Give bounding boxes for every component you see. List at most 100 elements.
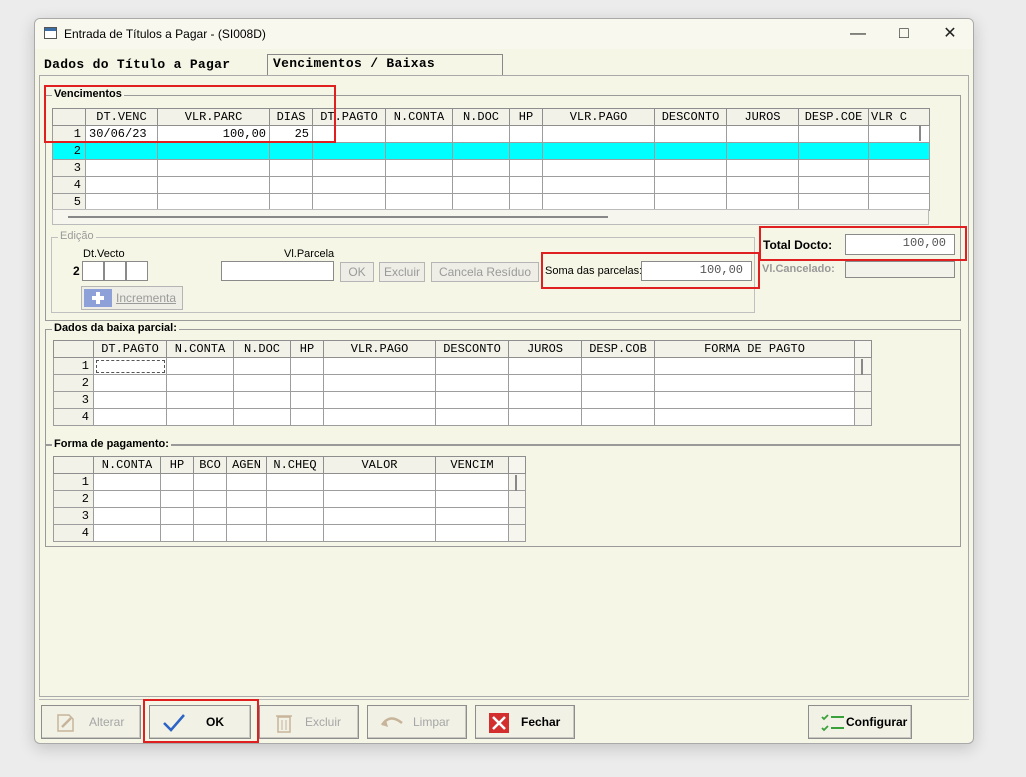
table-row[interactable]: 2 — [53, 490, 526, 508]
row-number: 3 — [53, 391, 94, 409]
scrollbar-cell[interactable] — [854, 340, 872, 358]
col-n-conta[interactable]: N.CONTA — [93, 456, 161, 474]
table-row[interactable]: 4 — [53, 524, 526, 542]
col-vlr-pago[interactable]: VLR.PAGO — [542, 108, 655, 126]
col-desconto[interactable]: DESCONTO — [654, 108, 727, 126]
cell[interactable] — [654, 142, 727, 160]
tab-dados-titulo[interactable]: Dados do Título a Pagar — [44, 57, 230, 72]
col-valor[interactable]: VALOR — [323, 456, 436, 474]
edicao-title: Edição — [58, 230, 96, 242]
table-row[interactable]: 4 — [52, 176, 930, 194]
col-desconto[interactable]: DESCONTO — [435, 340, 509, 358]
highlight-box-grid-header — [44, 85, 336, 143]
edit-ok-button[interactable]: OK — [340, 262, 374, 282]
cell[interactable] — [385, 142, 453, 160]
vertical-scroll-thumb[interactable] — [515, 475, 517, 491]
plus-icon — [84, 289, 112, 307]
col-n-doc[interactable]: N.DOC — [452, 108, 510, 126]
col-hp[interactable]: HP — [509, 108, 543, 126]
horizontal-scroll-thumb[interactable] — [68, 216, 608, 218]
edit-excluir-button[interactable]: Excluir — [379, 262, 425, 282]
fechar-button[interactable]: Fechar — [475, 705, 575, 739]
cell[interactable] — [798, 142, 869, 160]
cell[interactable] — [452, 142, 510, 160]
cell[interactable] — [654, 125, 727, 143]
table-row[interactable]: 4 — [53, 408, 872, 426]
cell[interactable] — [868, 142, 930, 160]
forma-pagamento-grid[interactable]: N.CONTA HP BCO AGEN N.CHEQ VALOR VENCIM … — [53, 456, 526, 542]
col-vencim[interactable]: VENCIM — [435, 456, 509, 474]
vl-parcela-input[interactable] — [221, 261, 334, 281]
excluir-label: Excluir — [305, 715, 342, 729]
limpar-button[interactable]: Limpar — [367, 705, 467, 739]
cell[interactable] — [726, 142, 799, 160]
dt-vecto-month-input[interactable] — [104, 261, 126, 281]
configurar-button[interactable]: Configurar — [808, 705, 912, 739]
vertical-scroll-thumb[interactable] — [861, 359, 863, 375]
row-number: 3 — [52, 159, 86, 177]
col-dt-pagto[interactable]: DT.PAGTO — [93, 340, 167, 358]
col-hp[interactable]: HP — [160, 456, 194, 474]
col-desp-coe[interactable]: DESP.COE — [798, 108, 869, 126]
col-n-conta[interactable]: N.CONTA — [385, 108, 453, 126]
col-n-cheq[interactable]: N.CHEQ — [266, 456, 324, 474]
col-hp[interactable]: HP — [290, 340, 324, 358]
tab-vencimentos-baixas[interactable]: Vencimentos / Baixas — [273, 56, 435, 71]
corner-header — [53, 340, 94, 358]
app-icon — [44, 27, 57, 39]
window-title: Entrada de Títulos a Pagar - (SI008D) — [64, 27, 266, 41]
edit-row-number: 2 — [73, 264, 80, 278]
table-row[interactable]: 2 — [53, 374, 872, 392]
cell[interactable] — [385, 125, 453, 143]
focused-cell[interactable] — [93, 357, 167, 375]
col-bco[interactable]: BCO — [193, 456, 227, 474]
alterar-button[interactable]: Alterar — [41, 705, 141, 739]
dt-vecto-year-input[interactable] — [126, 261, 148, 281]
table-row-selected[interactable]: 2 — [52, 142, 930, 160]
incrementa-label: Incrementa — [116, 291, 177, 305]
close-x-icon — [489, 713, 509, 733]
col-n-conta[interactable]: N.CONTA — [166, 340, 234, 358]
table-row[interactable]: 3 — [53, 507, 526, 525]
minimize-button[interactable]: — — [835, 19, 881, 49]
col-vlr-c[interactable]: VLR C — [868, 108, 930, 126]
table-row[interactable]: 1 — [53, 357, 872, 375]
scrollbar-cell[interactable] — [508, 456, 526, 474]
cell[interactable] — [798, 125, 869, 143]
cell[interactable] — [452, 125, 510, 143]
close-button[interactable]: ✕ — [927, 19, 973, 49]
cell[interactable] — [312, 142, 386, 160]
maximize-button[interactable]: □ — [881, 19, 927, 49]
table-row[interactable]: 5 — [52, 193, 930, 211]
cell[interactable] — [85, 142, 158, 160]
row-number: 5 — [52, 193, 86, 211]
row-number: 1 — [53, 473, 94, 491]
baixa-parcial-grid[interactable]: DT.PAGTO N.CONTA N.DOC HP VLR.PAGO DESCO… — [53, 340, 872, 426]
cell[interactable] — [726, 125, 799, 143]
col-desp-cob[interactable]: DESP.COB — [581, 340, 655, 358]
cell[interactable] — [269, 142, 313, 160]
incrementa-button[interactable]: Incrementa — [81, 286, 183, 310]
fechar-label: Fechar — [521, 715, 561, 729]
highlight-box-total — [759, 226, 967, 261]
table-row[interactable]: 3 — [53, 391, 872, 409]
col-vlr-pago[interactable]: VLR.PAGO — [323, 340, 436, 358]
col-juros[interactable]: JUROS — [508, 340, 582, 358]
cell[interactable] — [509, 125, 543, 143]
cell[interactable] — [157, 142, 270, 160]
dt-vecto-day-input[interactable] — [82, 261, 104, 281]
cell[interactable] — [542, 125, 655, 143]
row-number: 2 — [53, 490, 94, 508]
vertical-scroll-thumb[interactable] — [919, 125, 921, 141]
col-forma-de-pagto[interactable]: FORMA DE PAGTO — [654, 340, 855, 358]
vl-cancelado-field — [845, 261, 955, 278]
cell[interactable] — [542, 142, 655, 160]
col-agen[interactable]: AGEN — [226, 456, 267, 474]
cancela-residuo-button[interactable]: Cancela Resíduo — [431, 262, 539, 282]
excluir-button[interactable]: Excluir — [259, 705, 359, 739]
table-row[interactable]: 3 — [52, 159, 930, 177]
col-n-doc[interactable]: N.DOC — [233, 340, 291, 358]
cell[interactable] — [509, 142, 543, 160]
col-juros[interactable]: JUROS — [726, 108, 799, 126]
table-row[interactable]: 1 — [53, 473, 526, 491]
